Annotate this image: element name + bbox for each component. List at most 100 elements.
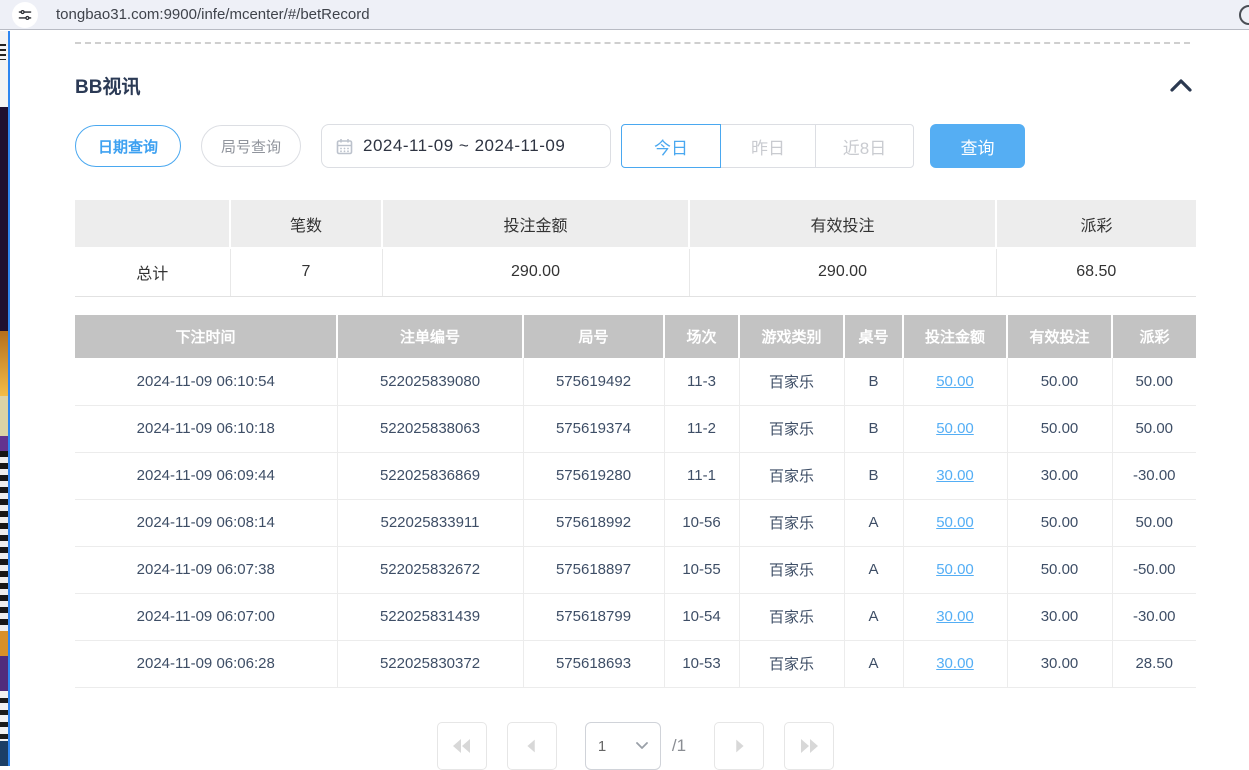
table-no-cell: B (844, 358, 903, 405)
table-row: 2024-11-09 06:10:18522025838063575619374… (75, 405, 1196, 452)
summary-total-valid-bet: 290.00 (689, 248, 996, 296)
collapse-panel-button[interactable] (1166, 73, 1196, 97)
bet-amount-link[interactable]: 50.00 (936, 561, 974, 578)
session-cell: 10-54 (664, 593, 739, 640)
address-bar-url[interactable]: tongbao31.com:9900/infe/mcenter/#/betRec… (56, 6, 370, 23)
column-header-payout: 派彩 (1112, 315, 1196, 358)
column-header-game-type: 游戏类别 (739, 315, 844, 358)
column-header-bet-amount: 投注金额 (903, 315, 1007, 358)
column-header-round-id: 局号 (523, 315, 664, 358)
sliver-segment (0, 436, 8, 451)
bet-amount-cell: 30.00 (903, 640, 1007, 687)
round-id-cell: 575619374 (523, 405, 664, 452)
bet-id-cell: 522025838063 (337, 405, 523, 452)
bet-time-cell: 2024-11-09 06:06:28 (75, 640, 337, 687)
valid-bet-cell: 50.00 (1007, 358, 1112, 405)
bet-id-cell: 522025832672 (337, 546, 523, 593)
payout-cell: 28.50 (1112, 640, 1196, 687)
total-pages-label: /1 (672, 722, 686, 770)
game-type-cell: 百家乐 (739, 452, 844, 499)
dashed-divider (75, 42, 1190, 44)
table-no-cell: A (844, 546, 903, 593)
bet-time-cell: 2024-11-09 06:10:18 (75, 405, 337, 452)
round-id-cell: 575619492 (523, 358, 664, 405)
tab-round-query[interactable]: 局号查询 (201, 125, 301, 167)
round-id-cell: 575619280 (523, 452, 664, 499)
bet-amount-link[interactable]: 50.00 (936, 420, 974, 437)
bet-id-cell: 522025839080 (337, 358, 523, 405)
bet-amount-link[interactable]: 30.00 (936, 608, 974, 625)
bet-amount-link[interactable]: 50.00 (936, 373, 974, 390)
search-button[interactable]: 查询 (930, 124, 1025, 168)
first-page-button[interactable] (437, 722, 487, 770)
bet-amount-cell: 50.00 (903, 405, 1007, 452)
next-page-button[interactable] (714, 722, 764, 770)
bet-table-body: 2024-11-09 06:10:54522025839080575619492… (75, 358, 1196, 687)
chevron-left-icon (521, 735, 543, 757)
browser-url-bar[interactable]: tongbao31.com:9900/infe/mcenter/#/betRec… (0, 0, 1249, 30)
sliver-segment (0, 741, 8, 766)
column-header-valid-bet: 有效投注 (1007, 315, 1112, 358)
column-header-bet-time: 下注时间 (75, 315, 337, 358)
bet-time-cell: 2024-11-09 06:07:38 (75, 546, 337, 593)
last-page-button[interactable] (784, 722, 834, 770)
sliver-segment (0, 31, 8, 107)
calendar-icon (336, 138, 353, 155)
background-menu-icon-fragment (0, 44, 6, 60)
bet-id-cell: 522025830372 (337, 640, 523, 687)
quick-range-yesterday[interactable]: 昨日 (720, 124, 816, 168)
table-row: 2024-11-09 06:06:28522025830372575618693… (75, 640, 1196, 687)
round-id-cell: 575618799 (523, 593, 664, 640)
bet-time-cell: 2024-11-09 06:10:54 (75, 358, 337, 405)
bet-amount-link[interactable]: 30.00 (936, 655, 974, 672)
chevron-down-icon (636, 742, 648, 750)
session-cell: 10-53 (664, 640, 739, 687)
game-type-cell: 百家乐 (739, 499, 844, 546)
toggles-icon (17, 7, 33, 23)
table-no-cell: A (844, 499, 903, 546)
summary-corner-cell (75, 200, 230, 248)
bet-amount-cell: 30.00 (903, 593, 1007, 640)
quick-range-last8days[interactable]: 近8日 (815, 124, 914, 168)
current-page-value: 1 (598, 738, 606, 755)
valid-bet-cell: 30.00 (1007, 452, 1112, 499)
date-range-input[interactable]: 2024-11-09 ~ 2024-11-09 (321, 124, 611, 168)
summary-total-bet-amount: 290.00 (382, 248, 689, 296)
page-left-border (8, 31, 10, 766)
bet-time-cell: 2024-11-09 06:09:44 (75, 452, 337, 499)
bet-time-cell: 2024-11-09 06:07:00 (75, 593, 337, 640)
game-type-cell: 百家乐 (739, 640, 844, 687)
bet-time-cell: 2024-11-09 06:08:14 (75, 499, 337, 546)
bet-amount-cell: 50.00 (903, 499, 1007, 546)
bet-amount-link[interactable]: 30.00 (936, 467, 974, 484)
tab-date-query[interactable]: 日期查询 (75, 125, 181, 167)
bet-amount-link[interactable]: 50.00 (936, 514, 974, 531)
table-row: 2024-11-09 06:08:14522025833911575618992… (75, 499, 1196, 546)
table-row: 2024-11-09 06:07:00522025831439575618799… (75, 593, 1196, 640)
valid-bet-cell: 50.00 (1007, 405, 1112, 452)
double-chevron-left-icon (450, 734, 474, 758)
prev-page-button[interactable] (507, 722, 557, 770)
payout-cell: -30.00 (1112, 593, 1196, 640)
summary-header-valid-bet: 有效投注 (689, 200, 996, 248)
bet-amount-cell: 50.00 (903, 546, 1007, 593)
double-chevron-right-icon (797, 734, 821, 758)
game-type-cell: 百家乐 (739, 546, 844, 593)
column-header-table-no: 桌号 (844, 315, 903, 358)
summary-total-payout: 68.50 (996, 248, 1196, 296)
valid-bet-cell: 50.00 (1007, 546, 1112, 593)
table-no-cell: B (844, 405, 903, 452)
sliver-segment (0, 691, 8, 741)
date-range-value: 2024-11-09 ~ 2024-11-09 (363, 136, 565, 156)
payout-cell: -50.00 (1112, 546, 1196, 593)
session-cell: 10-56 (664, 499, 739, 546)
column-header-bet-id: 注单编号 (337, 315, 523, 358)
game-type-cell: 百家乐 (739, 593, 844, 640)
summary-header-payout: 派彩 (996, 200, 1196, 248)
sliver-segment (0, 656, 8, 691)
quick-range-today[interactable]: 今日 (621, 124, 721, 168)
sliver-segment (0, 451, 8, 631)
page-select[interactable]: 1 (585, 722, 661, 770)
site-permissions-icon[interactable] (12, 2, 38, 28)
table-row: 2024-11-09 06:09:44522025836869575619280… (75, 452, 1196, 499)
